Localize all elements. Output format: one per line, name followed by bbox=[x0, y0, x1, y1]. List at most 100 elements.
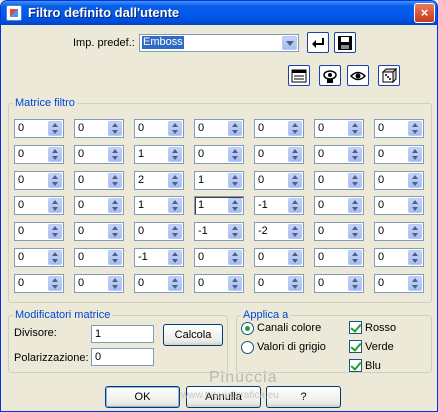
spinner-arrows-icon[interactable] bbox=[228, 250, 242, 265]
matrix-cell-r4-c5[interactable]: -1 bbox=[254, 196, 304, 215]
matrix-cell-r3-c2[interactable]: 0 bbox=[74, 171, 124, 190]
blue-checkbox[interactable] bbox=[349, 359, 362, 372]
spinner-arrows-icon[interactable] bbox=[168, 173, 182, 188]
red-checkbox[interactable] bbox=[349, 321, 362, 334]
gray-values-label[interactable]: Valori di grigio bbox=[257, 341, 326, 353]
spinner-arrows-icon[interactable] bbox=[108, 121, 122, 136]
matrix-cell-r6-c7[interactable]: 0 bbox=[374, 248, 424, 267]
spinner-arrows-icon[interactable] bbox=[168, 147, 182, 162]
red-label[interactable]: Rosso bbox=[365, 322, 396, 334]
spinner-arrows-icon[interactable] bbox=[48, 147, 62, 162]
spinner-arrows-icon[interactable] bbox=[48, 250, 62, 265]
matrix-cell-r5-c7[interactable]: 0 bbox=[374, 222, 424, 241]
spinner-arrows-icon[interactable] bbox=[348, 147, 362, 162]
matrix-cell-r6-c1[interactable]: 0 bbox=[14, 248, 64, 267]
matrix-cell-r1-c5[interactable]: 0 bbox=[254, 119, 304, 138]
spinner-arrows-icon[interactable] bbox=[228, 224, 242, 239]
matrix-cell-r6-c2[interactable]: 0 bbox=[74, 248, 124, 267]
spinner-arrows-icon[interactable] bbox=[168, 276, 182, 291]
matrix-cell-r2-c6[interactable]: 0 bbox=[314, 145, 364, 164]
spinner-arrows-icon[interactable] bbox=[408, 173, 422, 188]
spinner-arrows-icon[interactable] bbox=[108, 198, 122, 213]
matrix-cell-r5-c6[interactable]: 0 bbox=[314, 222, 364, 241]
matrix-cell-r4-c7[interactable]: 0 bbox=[374, 196, 424, 215]
gray-values-radio[interactable] bbox=[241, 341, 254, 354]
spinner-arrows-icon[interactable] bbox=[348, 276, 362, 291]
spinner-arrows-icon[interactable] bbox=[228, 121, 242, 136]
matrix-cell-r3-c3[interactable]: 2 bbox=[134, 171, 184, 190]
matrix-cell-r6-c6[interactable]: 0 bbox=[314, 248, 364, 267]
matrix-cell-r2-c4[interactable]: 0 bbox=[194, 145, 244, 164]
spinner-arrows-icon[interactable] bbox=[288, 250, 302, 265]
randomize-button[interactable] bbox=[378, 65, 400, 86]
spinner-arrows-icon[interactable] bbox=[228, 173, 242, 188]
matrix-cell-r6-c4[interactable]: 0 bbox=[194, 248, 244, 267]
color-channels-label[interactable]: Canali colore bbox=[257, 322, 321, 334]
spinner-arrows-icon[interactable] bbox=[288, 276, 302, 291]
matrix-cell-r5-c1[interactable]: 0 bbox=[14, 222, 64, 241]
spinner-arrows-icon[interactable] bbox=[288, 198, 302, 213]
matrix-cell-r1-c6[interactable]: 0 bbox=[314, 119, 364, 138]
spinner-arrows-icon[interactable] bbox=[48, 121, 62, 136]
matrix-cell-r3-c1[interactable]: 0 bbox=[14, 171, 64, 190]
spinner-arrows-icon[interactable] bbox=[228, 147, 242, 162]
spinner-arrows-icon[interactable] bbox=[408, 250, 422, 265]
matrix-cell-r7-c1[interactable]: 0 bbox=[14, 274, 64, 293]
matrix-cell-r1-c4[interactable]: 0 bbox=[194, 119, 244, 138]
preview-window-button[interactable] bbox=[288, 65, 310, 86]
matrix-cell-r2-c7[interactable]: 0 bbox=[374, 145, 424, 164]
spinner-arrows-icon[interactable] bbox=[168, 121, 182, 136]
preset-dropdown[interactable]: Emboss bbox=[139, 34, 299, 52]
save-preset-button[interactable] bbox=[334, 32, 356, 53]
matrix-cell-r7-c6[interactable]: 0 bbox=[314, 274, 364, 293]
divisor-input[interactable]: 1 bbox=[91, 325, 154, 343]
spinner-arrows-icon[interactable] bbox=[288, 121, 302, 136]
blue-label[interactable]: Blu bbox=[365, 360, 381, 372]
spinner-arrows-icon[interactable] bbox=[48, 224, 62, 239]
calculate-button[interactable]: Calcola bbox=[163, 324, 223, 346]
matrix-cell-r7-c4[interactable]: 0 bbox=[194, 274, 244, 293]
auto-proof-button[interactable] bbox=[347, 65, 369, 86]
spinner-arrows-icon[interactable] bbox=[348, 121, 362, 136]
matrix-cell-r4-c6[interactable]: 0 bbox=[314, 196, 364, 215]
spinner-arrows-icon[interactable] bbox=[348, 250, 362, 265]
color-channels-radio[interactable] bbox=[241, 322, 254, 335]
spinner-arrows-icon[interactable] bbox=[228, 276, 242, 291]
spinner-arrows-icon[interactable] bbox=[108, 276, 122, 291]
matrix-cell-r4-c2[interactable]: 0 bbox=[74, 196, 124, 215]
spinner-arrows-icon[interactable] bbox=[408, 224, 422, 239]
matrix-cell-r2-c1[interactable]: 0 bbox=[14, 145, 64, 164]
matrix-cell-r3-c7[interactable]: 0 bbox=[374, 171, 424, 190]
title-bar[interactable]: Filtro definito dall'utente × bbox=[1, 1, 437, 25]
matrix-cell-r1-c7[interactable]: 0 bbox=[374, 119, 424, 138]
spinner-arrows-icon[interactable] bbox=[108, 147, 122, 162]
spinner-arrows-icon[interactable] bbox=[348, 173, 362, 188]
matrix-cell-r5-c4[interactable]: -1 bbox=[194, 222, 244, 241]
spinner-arrows-icon[interactable] bbox=[108, 173, 122, 188]
matrix-cell-r4-c1[interactable]: 0 bbox=[14, 196, 64, 215]
matrix-cell-r7-c3[interactable]: 0 bbox=[134, 274, 184, 293]
spinner-arrows-icon[interactable] bbox=[288, 173, 302, 188]
matrix-cell-r3-c4[interactable]: 1 bbox=[194, 171, 244, 190]
bias-input[interactable]: 0 bbox=[91, 348, 154, 366]
matrix-cell-r7-c5[interactable]: 0 bbox=[254, 274, 304, 293]
spinner-arrows-icon[interactable] bbox=[228, 198, 242, 213]
spinner-arrows-icon[interactable] bbox=[48, 173, 62, 188]
matrix-cell-r2-c5[interactable]: 0 bbox=[254, 145, 304, 164]
close-button[interactable]: × bbox=[414, 3, 435, 23]
matrix-cell-r2-c3[interactable]: 1 bbox=[134, 145, 184, 164]
matrix-cell-r3-c5[interactable]: 0 bbox=[254, 171, 304, 190]
chevron-down-icon[interactable] bbox=[282, 36, 297, 50]
matrix-cell-r1-c2[interactable]: 0 bbox=[74, 119, 124, 138]
load-preset-button[interactable] bbox=[307, 32, 329, 53]
matrix-cell-r2-c2[interactable]: 0 bbox=[74, 145, 124, 164]
green-checkbox[interactable] bbox=[349, 340, 362, 353]
ok-button[interactable]: OK bbox=[105, 386, 180, 408]
matrix-cell-r1-c3[interactable]: 0 bbox=[134, 119, 184, 138]
green-label[interactable]: Verde bbox=[365, 341, 394, 353]
spinner-arrows-icon[interactable] bbox=[348, 198, 362, 213]
matrix-cell-r7-c2[interactable]: 0 bbox=[74, 274, 124, 293]
spinner-arrows-icon[interactable] bbox=[288, 147, 302, 162]
spinner-arrows-icon[interactable] bbox=[48, 198, 62, 213]
matrix-cell-r3-c6[interactable]: 0 bbox=[314, 171, 364, 190]
